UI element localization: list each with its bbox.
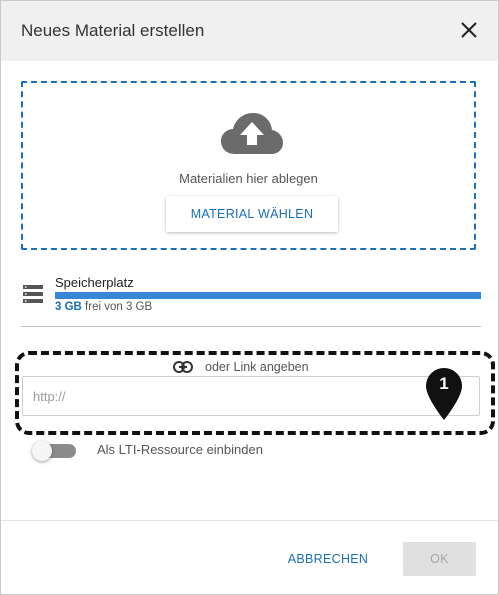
storage-title: Speicherplatz bbox=[55, 275, 134, 290]
section-divider bbox=[21, 326, 481, 327]
close-button[interactable] bbox=[456, 17, 482, 43]
storage-stack-icon bbox=[23, 285, 43, 303]
storage-progress-fill bbox=[55, 292, 481, 299]
annotation-marker-number: 1 bbox=[439, 374, 449, 393]
storage-text: 3 GB frei von 3 GB bbox=[55, 301, 152, 313]
dialog-header: Neues Material erstellen bbox=[1, 1, 498, 61]
lti-toggle-label: Als LTI-Ressource einbinden bbox=[97, 442, 263, 457]
lti-toggle[interactable] bbox=[32, 441, 78, 461]
link-label-row: oder Link angeben bbox=[173, 359, 309, 375]
footer-divider bbox=[1, 520, 498, 521]
dialog-title: Neues Material erstellen bbox=[21, 21, 205, 40]
file-dropzone[interactable]: Materialien hier ablegen MATERIAL WÄHLEN bbox=[21, 81, 476, 250]
close-icon bbox=[461, 22, 477, 38]
cloud-upload-icon bbox=[221, 113, 283, 154]
choose-material-button[interactable]: MATERIAL WÄHLEN bbox=[166, 196, 338, 232]
storage-progress-bar bbox=[55, 292, 481, 299]
annotation-marker: 1 bbox=[426, 368, 462, 420]
storage-rest-text: frei von 3 GB bbox=[85, 301, 153, 313]
link-label: oder Link angeben bbox=[205, 360, 309, 374]
link-url-input[interactable] bbox=[22, 376, 480, 416]
storage-used-value: 3 GB bbox=[55, 301, 82, 313]
ok-button[interactable]: OK bbox=[403, 542, 476, 576]
link-icon bbox=[173, 361, 193, 373]
lti-toggle-knob bbox=[32, 441, 52, 461]
cancel-button[interactable]: ABBRECHEN bbox=[281, 542, 375, 576]
dropzone-text: Materialien hier ablegen bbox=[179, 171, 318, 186]
create-material-dialog: Neues Material erstellen Materialien hie… bbox=[0, 0, 499, 595]
